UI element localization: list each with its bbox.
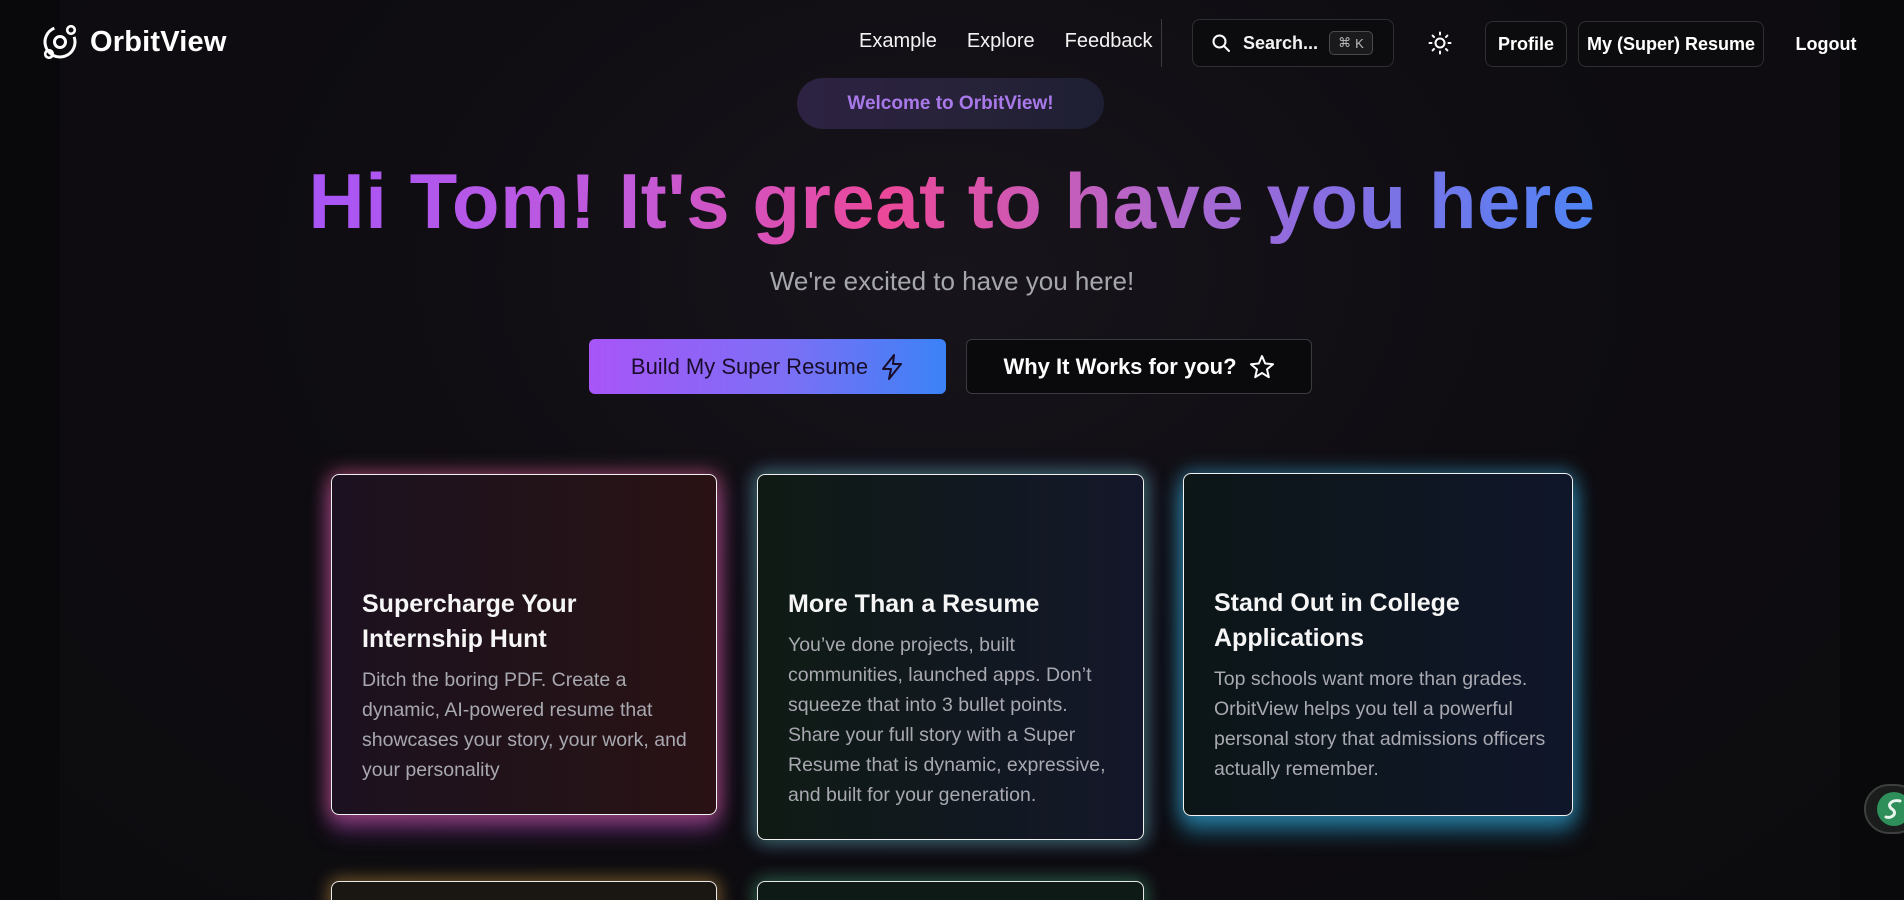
card-title: More Than a Resume: [788, 590, 1040, 618]
welcome-badge: Welcome to OrbitView!: [797, 78, 1104, 129]
hero-title-text: Hi Tom! It's great to have you here: [308, 157, 1596, 245]
card-description: Top schools want more than grades. Orbit…: [1214, 668, 1546, 780]
card-title: Stand Out in College Applications: [1214, 589, 1460, 652]
feature-card-more-than-resume[interactable]: More Than a Resume You’ve done projects,…: [757, 474, 1144, 840]
card-description: You’ve done projects, built communities,…: [788, 634, 1106, 806]
brand-logo[interactable]: OrbitView: [40, 22, 227, 62]
brand-name: OrbitView: [90, 25, 227, 58]
keyboard-shortcut-badge: ⌘ K: [1329, 31, 1373, 55]
search-label: Search...: [1243, 32, 1319, 53]
sun-icon: [1428, 31, 1452, 55]
theme-toggle-button[interactable]: [1424, 25, 1456, 61]
command-key-icon: ⌘: [1338, 35, 1352, 50]
star-icon: [1249, 354, 1274, 378]
hero-title: Hi Tom! It's great to have you here: [0, 155, 1904, 247]
page: OrbitView Example Explore Feedback Searc…: [0, 0, 1904, 900]
top-navbar: OrbitView Example Explore Feedback Searc…: [0, 0, 1904, 88]
nav-divider: [1161, 19, 1162, 67]
orbit-logo-icon: [43, 24, 77, 60]
nav-link-explore[interactable]: Explore: [967, 30, 1035, 53]
profile-button[interactable]: Profile: [1485, 21, 1567, 67]
chat-widget-icon: [1877, 792, 1904, 826]
card-title: Supercharge Your Internship Hunt: [362, 590, 577, 653]
shortcut-key: K: [1355, 35, 1364, 51]
nav-link-example[interactable]: Example: [859, 30, 937, 53]
nav-link-feedback[interactable]: Feedback: [1065, 30, 1153, 53]
feature-card-partial[interactable]: [331, 881, 717, 900]
search-button[interactable]: Search... ⌘ K: [1192, 19, 1394, 67]
nav-links: Example Explore Feedback: [859, 30, 1152, 53]
feature-card-college-applications[interactable]: Stand Out in College Applications Top sc…: [1183, 473, 1573, 816]
build-super-resume-button[interactable]: Build My Super Resume: [589, 339, 946, 394]
why-it-works-label: Why It Works for you?: [1003, 353, 1237, 379]
chat-widget-button[interactable]: [1864, 784, 1904, 834]
card-description: Ditch the boring PDF. Create a dynamic, …: [362, 669, 687, 781]
why-it-works-button[interactable]: Why It Works for you?: [966, 339, 1312, 394]
lightning-icon: [882, 353, 903, 380]
search-icon: [1212, 34, 1230, 52]
feature-card-internship[interactable]: Supercharge Your Internship Hunt Ditch t…: [331, 474, 717, 815]
my-resume-button[interactable]: My (Super) Resume: [1578, 21, 1764, 67]
hero-subtitle: We're excited to have you here!: [769, 266, 1135, 296]
feature-card-partial[interactable]: [757, 881, 1144, 900]
logout-button[interactable]: Logout: [1776, 21, 1876, 67]
build-super-resume-label: Build My Super Resume: [630, 353, 869, 379]
